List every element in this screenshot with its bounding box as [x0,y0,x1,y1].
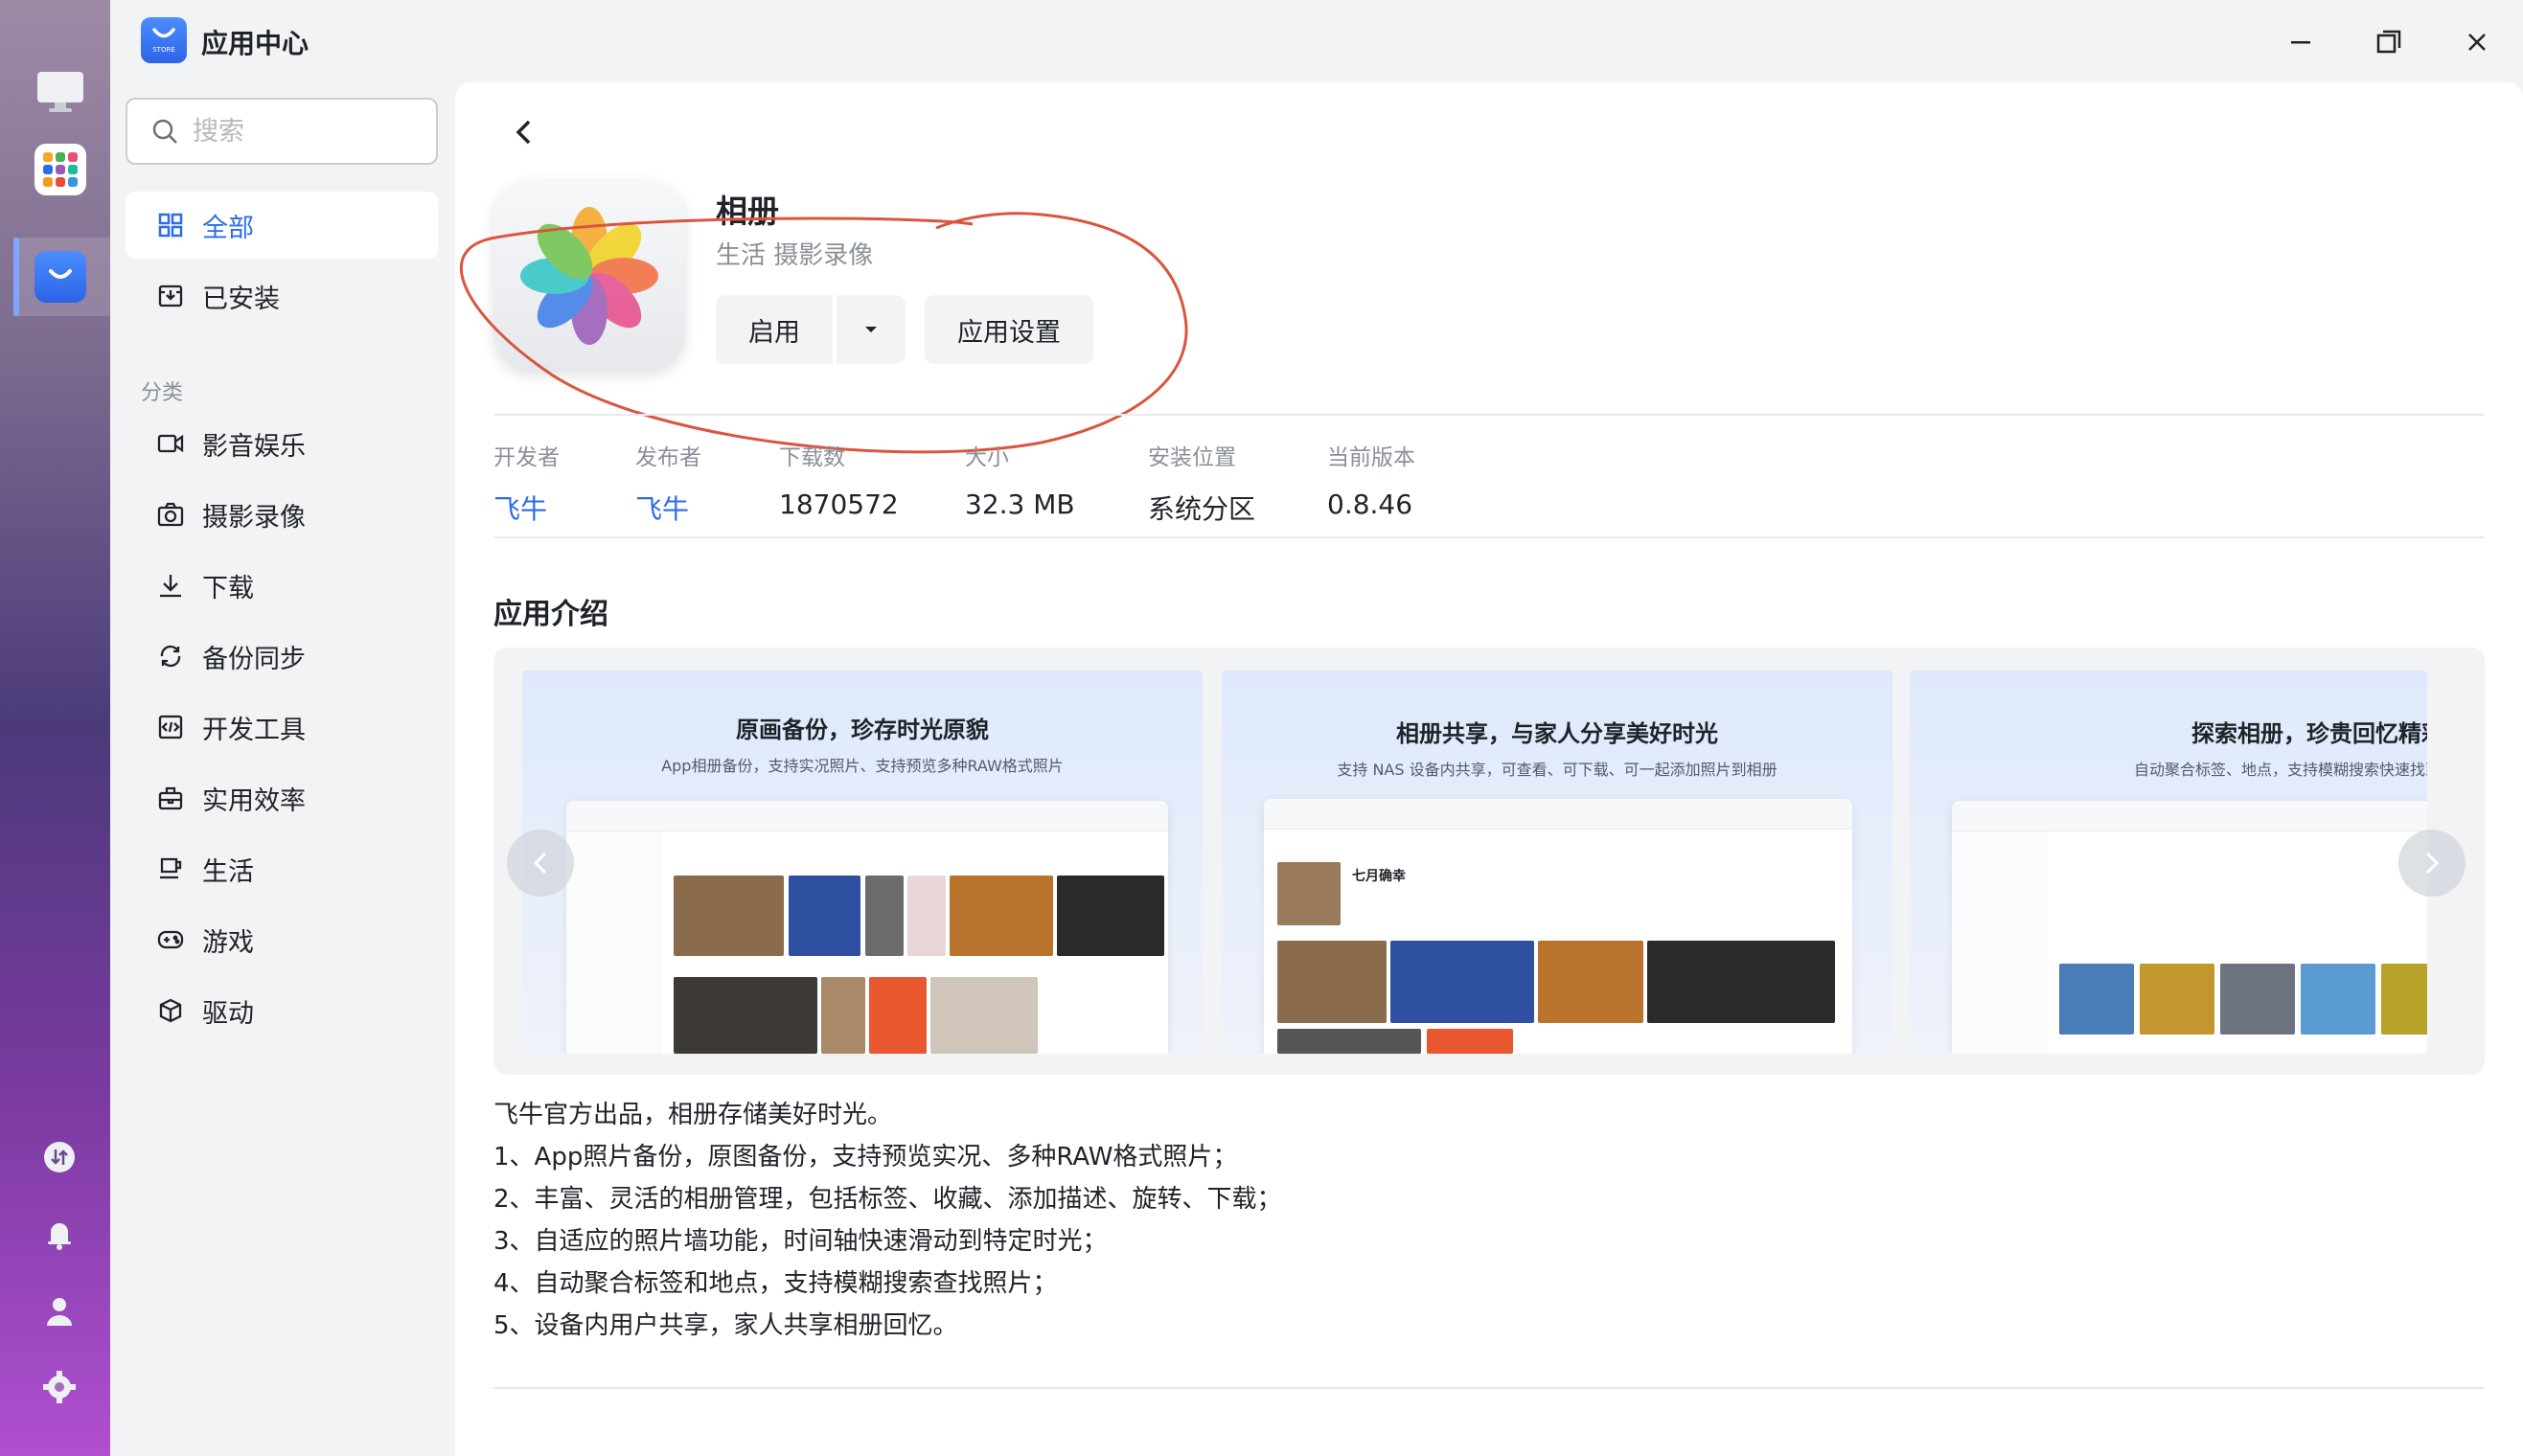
app-store-icon[interactable] [34,251,86,303]
sidebar-item-label: 已安装 [202,284,280,314]
back-button[interactable] [503,111,545,153]
start-button[interactable]: 启用 [716,295,833,364]
screenshot-2[interactable]: 相册共享，与家人分享美好时光 支持 NAS 设备内共享，可查看、可下载、可一起添… [1222,671,1892,1054]
developer-link[interactable]: 飞牛 [493,489,560,527]
sidebar-item-media[interactable]: 影音娱乐 [126,410,438,477]
sidebar-item-download[interactable]: 下载 [126,552,438,619]
sidebar-item-all[interactable]: 全部 [126,192,438,259]
sidebar-item-label: 全部 [202,213,254,243]
chevron-left-icon [533,852,547,875]
chevron-left-icon [516,120,531,145]
intro-section-title: 应用介绍 [493,598,608,631]
code-icon [156,713,185,741]
app-detail-panel: 相册 生活 摄影录像 启用 应用设置 开发者 飞牛 发布者 飞牛 下载数 187… [455,82,2523,1456]
logo-label: STORE [152,46,175,54]
gamepad-icon [156,925,185,954]
installed-box-icon [156,282,185,310]
meta-publisher: 发布者 飞牛 [635,445,701,527]
carousel-next-button[interactable] [2398,830,2466,897]
maximize-button[interactable] [2368,21,2410,63]
close-button[interactable] [2456,21,2498,63]
transfer-icon[interactable] [38,1136,80,1178]
sidebar-item-life[interactable]: 生活 [126,835,438,902]
sidebar-item-label: 游戏 [202,927,254,958]
sidebar: 全部 已安装 分类 影音娱乐 摄影录像 下载 备份同步 开发工具 [110,82,455,1456]
title-bar: STORE 应用中心 [110,0,2523,82]
sidebar-item-installed[interactable]: 已安装 [126,262,438,330]
action-buttons: 启用 应用设置 [716,295,1093,364]
screenshot-carousel: 原画备份，珍存时光原貌 App相册备份，支持实况照片、支持预览多种RAW格式照片 [493,648,2485,1075]
sidebar-item-games[interactable]: 游戏 [126,906,438,973]
screenshot-2-mockup: 七月确幸 [1264,799,1852,1054]
screenshot-1[interactable]: 原画备份，珍存时光原貌 App相册备份，支持实况照片、支持预览多种RAW格式照片 [522,671,1203,1054]
app-categories: 生活 摄影录像 [716,241,874,270]
screenshot-1-mockup [566,801,1168,1054]
carousel-prev-button[interactable] [507,830,574,897]
sidebar-item-label: 驱动 [202,998,254,1029]
sidebar-item-devtools[interactable]: 开发工具 [126,694,438,761]
screenshot-3-mockup [1952,801,2427,1054]
chevron-right-icon [2425,852,2440,875]
sidebar-item-label: 影音娱乐 [202,431,306,462]
meta-install-location: 安装位置 系统分区 [1148,445,1256,525]
screenshot-3[interactable]: 探索相册，珍贵回忆精彩纷呈 自动聚合标签、地点，支持模糊搜索快速找到珍藏的回忆相… [1910,671,2427,1054]
download-icon [156,571,185,600]
start-options-dropdown[interactable] [837,295,906,364]
sidebar-item-label: 生活 [202,856,254,887]
dock [0,0,110,1456]
settings-gear-icon[interactable] [38,1366,80,1408]
photos-app-icon [493,180,685,372]
app-description: 飞牛官方出品，相册存储美好时光。 1、App照片备份，原图备份，支持预览实况、多… [493,1101,1282,1340]
sidebar-item-label: 下载 [202,573,254,603]
sidebar-item-drivers[interactable]: 驱动 [126,977,438,1044]
sidebar-item-label: 开发工具 [202,715,306,745]
sidebar-item-photography[interactable]: 摄影录像 [126,481,438,548]
window-title: 应用中心 [201,28,310,59]
sidebar-item-label: 摄影录像 [202,502,306,533]
camera-icon [156,500,185,529]
cube-icon [156,996,185,1025]
meta-size: 大小 32.3 MB [965,445,1075,520]
app-center-window: STORE 应用中心 全部 已安装 分类 [110,0,2523,1456]
search-box[interactable] [126,98,438,165]
sidebar-item-backup[interactable]: 备份同步 [126,623,438,690]
search-icon [152,119,177,144]
meta-downloads: 下载数 1870572 [779,445,899,520]
cup-icon [156,854,185,883]
sync-icon [156,642,185,671]
app-name: 相册 [716,193,779,230]
search-input[interactable] [193,116,423,147]
caret-down-icon [865,327,877,332]
minimize-button[interactable] [2280,21,2322,63]
sidebar-item-productivity[interactable]: 实用效率 [126,764,438,831]
meta-developer: 开发者 飞牛 [493,445,560,527]
grid-icon [156,211,185,239]
publisher-link[interactable]: 飞牛 [635,489,701,527]
user-icon[interactable] [38,1289,80,1331]
notification-bell-icon[interactable] [38,1213,80,1255]
app-grid-icon[interactable] [34,144,86,195]
app-center-logo-icon: STORE [141,17,187,63]
toolbox-icon [156,784,185,812]
sidebar-item-label: 实用效率 [202,785,306,816]
sidebar-item-label: 备份同步 [202,644,306,674]
app-settings-button[interactable]: 应用设置 [925,295,1093,364]
category-section-title: 分类 [141,381,184,405]
video-camera-icon [156,429,185,458]
desktop-icon[interactable] [34,65,86,117]
meta-version: 当前版本 0.8.46 [1327,445,1415,520]
